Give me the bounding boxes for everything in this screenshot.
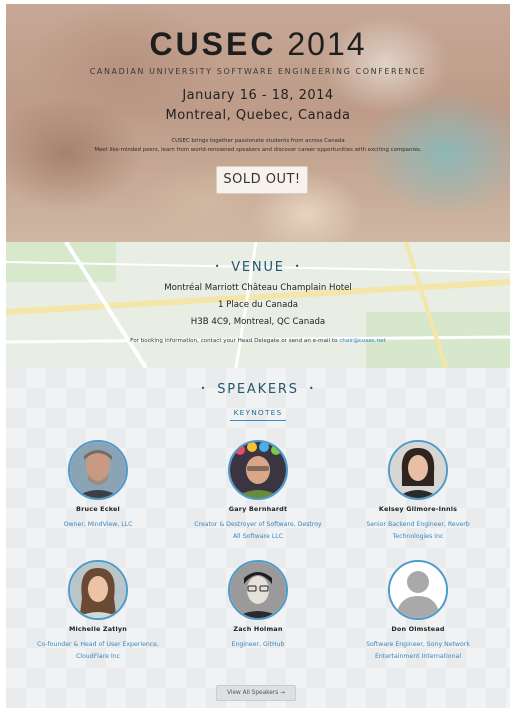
conference-tagline: CANADIAN UNIVERSITY SOFTWARE ENGINEERING…	[89, 67, 427, 76]
heading-dot-icon: •	[294, 262, 302, 271]
venue-section: • VENUE • Montréal Marriott Château Champl…	[6, 242, 510, 368]
conference-dates: January 16 - 18, 2014	[182, 88, 334, 103]
speaker-role-line: Owner, MindView, LLC	[63, 521, 133, 528]
speaker-photo	[68, 440, 128, 500]
speaker-role-line: All Software LLC	[232, 533, 284, 540]
sold-out-button[interactable]: SOLD OUT!	[216, 166, 308, 194]
speaker-name: Bruce Eckel	[76, 505, 120, 513]
speaker-role-line: Creator & Destroyer of Software, Destroy	[194, 521, 322, 528]
booking-info: For booking information, contact your He…	[6, 338, 510, 344]
logo-wordmark: CUSEC	[149, 26, 277, 62]
speaker-role: Senior Backend Engineer, Reverb Technolo…	[338, 519, 498, 543]
speaker-card[interactable]: Bruce Eckel Owner, MindView, LLC	[18, 440, 178, 531]
speaker-card[interactable]: Kelsey Gilmore-Innis Senior Backend Engi…	[338, 440, 498, 543]
speaker-role-line: Engineer, GitHub	[231, 641, 285, 648]
speaker-role-line: Co-founder & Head of User Experience,	[37, 641, 159, 648]
speaker-role-line: Software Engineer, Sony Network	[366, 641, 470, 648]
speaker-card[interactable]: Gary Bernhardt Creator & Destroyer of So…	[178, 440, 338, 543]
speakers-heading-text: SPEAKERS	[217, 382, 299, 397]
blurb-line: Meet like-minded peers, learn from world…	[94, 147, 422, 153]
hero-banner: CUSEC 2014 CANADIAN UNIVERSITY SOFTWARE …	[6, 4, 510, 242]
venue-hotel-name: Montréal Marriott Château Champlain Hote…	[164, 283, 352, 293]
speaker-name: Kelsey Gilmore-Innis	[378, 505, 458, 513]
heading-dot-icon: •	[200, 384, 208, 393]
speaker-card[interactable]: Michelle Zatlyn Co-founder & Head of Use…	[18, 560, 178, 663]
view-all-speakers-button[interactable]: View All Speakers →	[216, 685, 296, 701]
speaker-role-line: Entertainment International	[374, 653, 462, 660]
venue-heading: • VENUE •	[6, 260, 510, 275]
conference-logo[interactable]: CUSEC 2014	[6, 26, 510, 63]
booking-text: For booking information, contact your He…	[130, 338, 340, 344]
person-silhouette-icon	[390, 562, 446, 618]
speaker-role-line: Technologies Inc	[392, 533, 444, 540]
speaker-card[interactable]: Zach Holman Engineer, GitHub	[178, 560, 338, 651]
speaker-role: Co-founder & Head of User Experience, Cl…	[18, 639, 178, 663]
heading-dot-icon: •	[308, 384, 316, 393]
venue-postal-address: H3B 4C9, Montreal, QC Canada	[190, 317, 326, 327]
keynotes-tab[interactable]: KEYNOTES	[230, 408, 286, 421]
speaker-role-line: CloudFlare Inc	[75, 653, 121, 660]
venue-heading-text: VENUE	[231, 260, 285, 275]
speakers-heading: • SPEAKERS •	[6, 382, 510, 397]
speaker-photo	[388, 560, 448, 620]
booking-email-link[interactable]: chair@cusec.net	[339, 338, 386, 344]
logo-year: 2014	[287, 26, 367, 62]
speaker-name: Don Olmstead	[391, 625, 445, 633]
venue-street-address: 1 Place du Canada	[217, 300, 299, 310]
speaker-name: Michelle Zatlyn	[68, 625, 128, 633]
conference-blurb: CUSEC brings together passionate student…	[46, 137, 470, 155]
speaker-role: Software Engineer, Sony Network Entertai…	[338, 639, 498, 663]
speaker-name: Gary Bernhardt	[228, 505, 288, 513]
heading-dot-icon: •	[214, 262, 222, 271]
speaker-role-line: Senior Backend Engineer, Reverb	[366, 521, 470, 528]
speaker-name: Zach Holman	[233, 625, 283, 633]
speakers-section: • SPEAKERS • KEYNOTES Bruce Eckel Owner, M…	[6, 368, 510, 708]
speaker-photo	[228, 560, 288, 620]
speaker-photo	[68, 560, 128, 620]
conference-location: Montreal, Quebec, Canada	[165, 108, 351, 123]
speaker-card[interactable]: Don Olmstead Software Engineer, Sony Net…	[338, 560, 498, 663]
speaker-role: Owner, MindView, LLC	[18, 519, 178, 531]
speaker-role: Creator & Destroyer of Software, Destroy…	[178, 519, 338, 543]
speaker-photo	[228, 440, 288, 500]
blurb-line: CUSEC brings together passionate student…	[171, 138, 345, 144]
speaker-role: Engineer, GitHub	[178, 639, 338, 651]
speaker-photo	[388, 440, 448, 500]
